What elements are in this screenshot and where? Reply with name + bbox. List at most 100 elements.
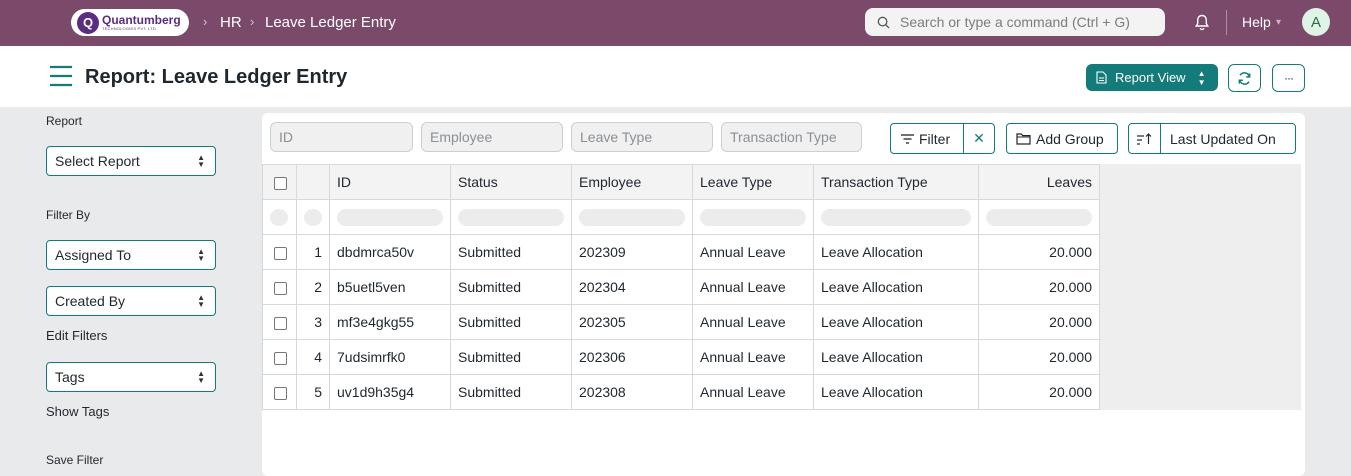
sidebar-toggle-icon[interactable] <box>49 65 73 87</box>
cell-leave-type[interactable]: Annual Leave <box>692 374 814 410</box>
row-select-cell[interactable] <box>262 269 297 305</box>
logo-subtitle: TECHNOLOGIES PVT. LTD. <box>102 26 158 31</box>
search-input[interactable]: Search or type a command (Ctrl + G) <box>865 8 1165 36</box>
tags-dropdown[interactable]: Tags ▲ ▼ <box>46 362 216 392</box>
search-icon <box>877 16 890 29</box>
assigned-to-dropdown[interactable]: Assigned To ▲ ▼ <box>46 240 216 270</box>
edit-filters-link[interactable]: Edit Filters <box>46 328 107 343</box>
report-view-button[interactable]: Report View ▲ ▼ <box>1086 64 1218 91</box>
leave-type-filter-input[interactable]: Leave Type <box>571 122 713 152</box>
cell-leaves[interactable]: 20.000 <box>978 339 1100 375</box>
filter-cell[interactable] <box>329 199 451 235</box>
cell-status[interactable]: Submitted <box>450 304 572 340</box>
cell-status[interactable]: Submitted <box>450 269 572 305</box>
row-number-cell[interactable]: 1 <box>296 234 330 270</box>
filter-cell[interactable] <box>692 199 814 235</box>
cell-leaves[interactable]: 20.000 <box>978 374 1100 410</box>
avatar[interactable]: A <box>1302 8 1330 36</box>
cell-employee[interactable]: 202305 <box>571 304 693 340</box>
cell-transaction-type[interactable]: Leave Allocation <box>813 234 979 270</box>
bell-icon[interactable] <box>1194 14 1210 31</box>
row-select-cell[interactable] <box>262 374 297 410</box>
breadcrumb-hr[interactable]: HR <box>220 14 242 31</box>
cell-leave-type[interactable]: Annual Leave <box>692 304 814 340</box>
save-filter-label[interactable]: Save Filter <box>46 453 103 467</box>
report-label: Report <box>46 114 83 128</box>
column-header-employee[interactable]: Employee <box>571 164 693 200</box>
row-number-cell[interactable]: 3 <box>296 304 330 340</box>
row-number-cell[interactable]: 5 <box>296 374 330 410</box>
filter-cell[interactable] <box>813 199 979 235</box>
cell-id[interactable]: mf3e4gkg55 <box>329 304 451 340</box>
cell-transaction-type[interactable]: Leave Allocation <box>813 374 979 410</box>
cell-employee[interactable]: 202306 <box>571 339 693 375</box>
cell-employee[interactable]: 202309 <box>571 234 693 270</box>
cell-status[interactable]: Submitted <box>450 374 572 410</box>
filter-placeholder <box>458 208 564 226</box>
id-filter-input[interactable]: ID <box>270 122 413 152</box>
filter-button[interactable]: Filter <box>890 123 964 154</box>
column-header-transaction-type[interactable]: Transaction Type <box>813 164 979 200</box>
cell-id[interactable]: uv1d9h35g4 <box>329 374 451 410</box>
filter-placeholder <box>986 208 1092 226</box>
row-checkbox[interactable] <box>274 246 287 260</box>
table-row[interactable]: 5 uv1d9h35g4 Submitted 202308 Annual Leave Le… <box>262 374 1100 410</box>
sort-by-button[interactable]: Last Updated On <box>1160 123 1296 154</box>
chevron-down-icon[interactable]: ▾ <box>1276 17 1281 28</box>
logo[interactable]: Q Quantumberg TECHNOLOGIES PVT. LTD. <box>71 9 189 36</box>
filter-cell[interactable] <box>978 199 1100 235</box>
column-header-status[interactable]: Status <box>450 164 572 200</box>
cell-status[interactable]: Submitted <box>450 339 572 375</box>
created-by-dropdown[interactable]: Created By ▲ ▼ <box>46 286 216 316</box>
more-options-button[interactable]: ··· <box>1272 64 1305 92</box>
cell-id[interactable]: 7udsimrfk0 <box>329 339 451 375</box>
cell-transaction-type[interactable]: Leave Allocation <box>813 339 979 375</box>
cell-leave-type[interactable]: Annual Leave <box>692 339 814 375</box>
column-header-leaves[interactable]: Leaves <box>978 164 1100 200</box>
select-all-checkbox[interactable] <box>274 176 287 190</box>
cell-status[interactable]: Submitted <box>450 234 572 270</box>
cell-employee[interactable]: 202304 <box>571 269 693 305</box>
column-header-leave-type[interactable]: Leave Type <box>692 164 814 200</box>
row-select-cell[interactable] <box>262 234 297 270</box>
cell-leaves[interactable]: 20.000 <box>978 234 1100 270</box>
row-checkbox[interactable] <box>274 316 287 330</box>
filter-cell[interactable] <box>450 199 572 235</box>
row-checkbox[interactable] <box>274 351 287 365</box>
filter-cell[interactable] <box>571 199 693 235</box>
row-select-cell[interactable] <box>262 304 297 340</box>
cell-employee[interactable]: 202308 <box>571 374 693 410</box>
clear-filters-button[interactable]: ✕ <box>963 123 995 154</box>
employee-filter-input[interactable]: Employee <box>421 122 563 152</box>
select-report-dropdown[interactable]: Select Report ▲ ▼ <box>46 146 216 176</box>
cell-leave-type[interactable]: Annual Leave <box>692 234 814 270</box>
row-checkbox[interactable] <box>274 386 287 400</box>
row-number-cell[interactable]: 2 <box>296 269 330 305</box>
cell-id[interactable]: b5uetl5ven <box>329 269 451 305</box>
cell-transaction-type[interactable]: Leave Allocation <box>813 304 979 340</box>
cell-id[interactable]: dbdmrca50v <box>329 234 451 270</box>
navbar-divider <box>1226 10 1227 35</box>
table-row[interactable]: 1 dbdmrca50v Submitted 202309 Annual Leave Le… <box>262 234 1100 270</box>
help-menu[interactable]: Help <box>1242 14 1271 30</box>
show-tags-link[interactable]: Show Tags <box>46 404 109 419</box>
refresh-button[interactable] <box>1228 64 1261 92</box>
cell-transaction-type[interactable]: Leave Allocation <box>813 269 979 305</box>
cell-leaves[interactable]: 20.000 <box>978 304 1100 340</box>
table-row[interactable]: 3 mf3e4gkg55 Submitted 202305 Annual Leave Le… <box>262 304 1100 340</box>
column-header-id[interactable]: ID <box>329 164 451 200</box>
sort-icon <box>1137 132 1152 145</box>
filter-placeholder <box>821 208 971 226</box>
filter-placeholder <box>579 208 685 226</box>
breadcrumb-leave-ledger-entry[interactable]: Leave Ledger Entry <box>265 14 396 31</box>
add-group-button[interactable]: Add Group <box>1006 123 1118 154</box>
table-row[interactable]: 4 7udsimrfk0 Submitted 202306 Annual Leave Le… <box>262 339 1100 375</box>
table-row[interactable]: 2 b5uetl5ven Submitted 202304 Annual Leave Le… <box>262 269 1100 305</box>
cell-leave-type[interactable]: Annual Leave <box>692 269 814 305</box>
transaction-type-filter-input[interactable]: Transaction Type <box>721 122 862 152</box>
sort-direction-button[interactable] <box>1128 123 1161 154</box>
row-select-cell[interactable] <box>262 339 297 375</box>
cell-leaves[interactable]: 20.000 <box>978 269 1100 305</box>
row-checkbox[interactable] <box>274 281 287 295</box>
row-number-cell[interactable]: 4 <box>296 339 330 375</box>
